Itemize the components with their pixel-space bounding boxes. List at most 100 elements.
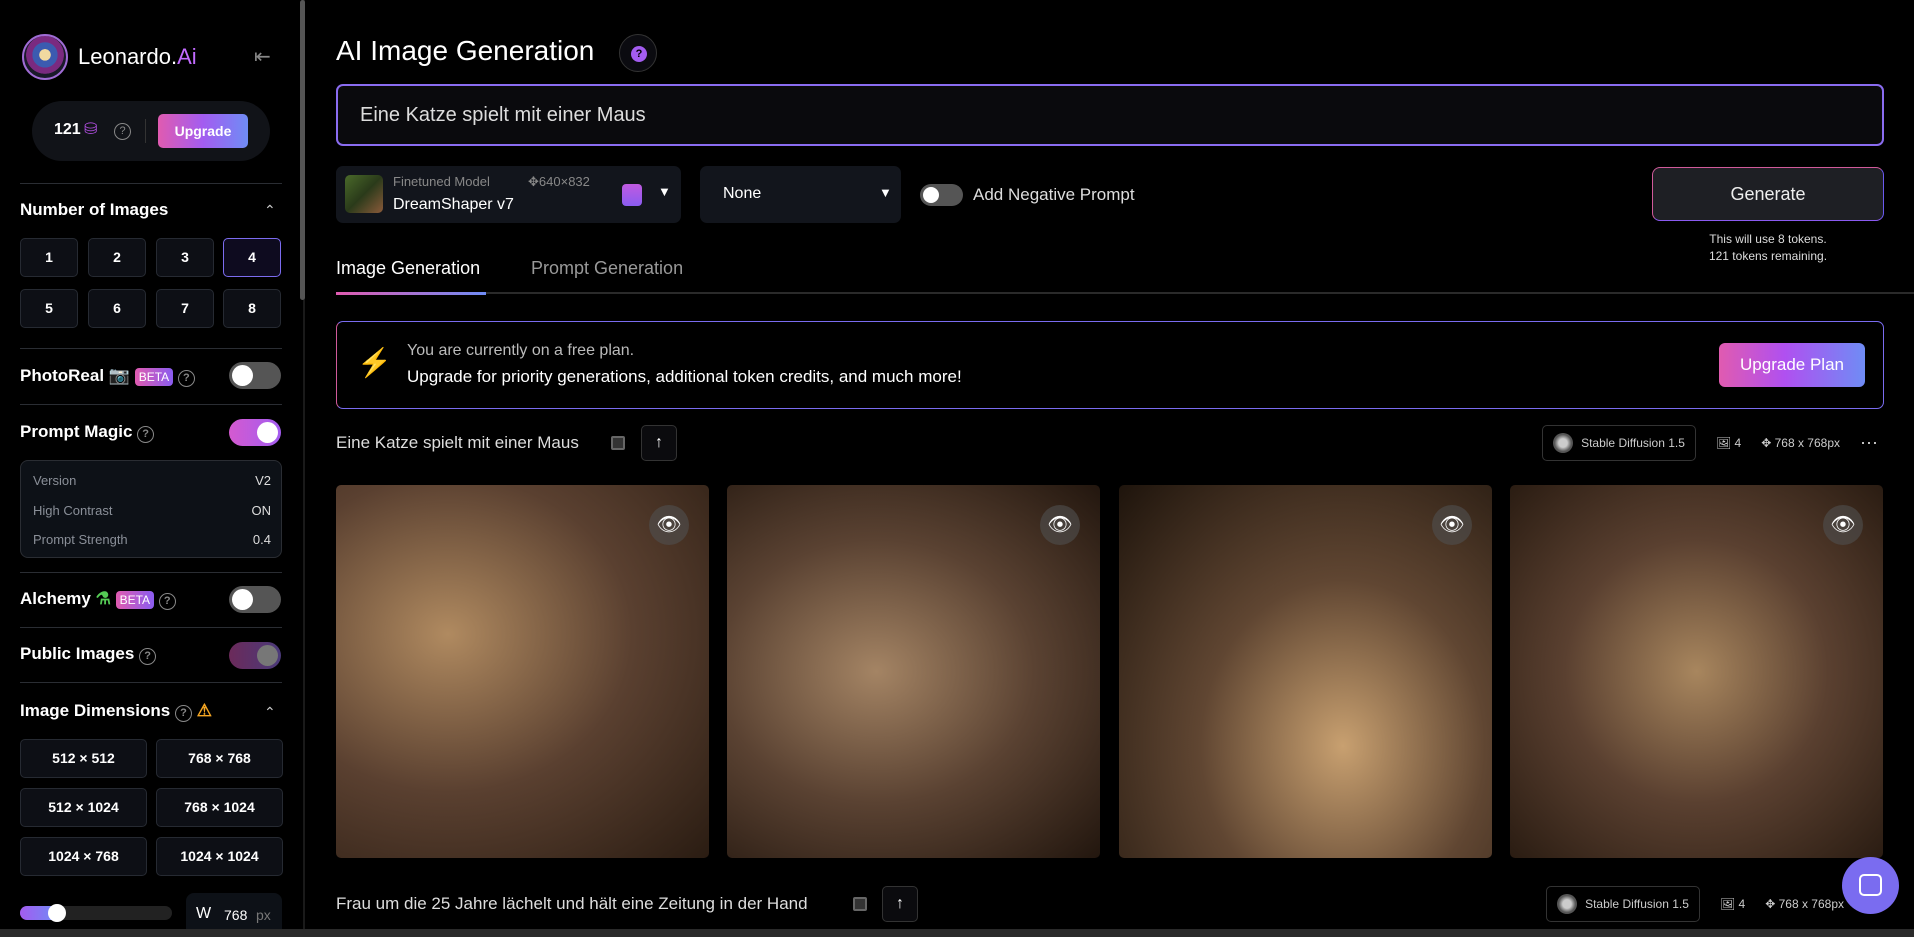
image-size: 768 x 768px [1774,436,1840,450]
chat-icon [1859,874,1882,896]
public-images-toggle[interactable] [229,642,281,669]
high-contrast-label: High Contrast [33,503,113,518]
eye-icon[interactable]: 👁 [1040,505,1080,545]
prompt-magic-toggle[interactable] [229,419,281,446]
dimension-1024x1024[interactable]: 1024 × 1024 [156,837,283,876]
num-images-5[interactable]: 5 [20,289,78,328]
help-icon[interactable]: ? [174,705,192,722]
chat-support-button[interactable] [1842,857,1899,914]
generation-prompt: Eine Katze spielt mit einer Maus [336,433,579,452]
image-size: 768 x 768px [1778,897,1844,911]
sidebar-scrollbar[interactable] [300,0,305,300]
negative-prompt-toggle[interactable] [920,184,963,206]
eye-icon[interactable]: 👁 [1823,505,1863,545]
generation-prompt: Frau um die 25 Jahre lächelt und hält ei… [336,894,808,913]
divider [20,348,282,349]
upgrade-plan-button[interactable]: Upgrade Plan [1719,343,1865,387]
num-images-1[interactable]: 1 [20,238,78,277]
width-value[interactable]: 768 [224,907,247,923]
prompt-input[interactable] [336,84,1884,146]
token-remaining-text: 121 tokens remaining. [1708,249,1828,263]
help-icon[interactable]: ? [114,123,131,140]
lightning-icon: ⚡ [357,347,392,378]
brand-ai-text: Ai [177,44,197,69]
help-icon: ? [631,46,647,62]
token-info: This will use 8 tokens. 121 tokens remain… [1652,231,1884,265]
model-selector[interactable]: Finetuned Model ✥640×832 DreamShaper v7 … [336,166,681,223]
num-images-7[interactable]: 7 [156,289,214,328]
generated-image[interactable]: 👁 [727,485,1100,858]
num-images-3[interactable]: 3 [156,238,214,277]
beta-badge: BETA [134,367,174,386]
more-options-icon[interactable]: ⋯ [1860,433,1884,454]
model-tag: Stable Diffusion 1.5 [1546,886,1700,922]
tab-divider [336,292,1914,294]
eye-icon[interactable]: 👁 [649,505,689,545]
copy-icon[interactable] [611,436,625,450]
num-images-6[interactable]: 6 [88,289,146,328]
photoreal-toggle[interactable] [229,362,281,389]
collapse-sidebar-icon[interactable]: ⇤ [254,44,271,69]
flask-icon: ⚗ [95,589,111,608]
model-notes-icon[interactable] [622,184,642,206]
image-count: 4 [1734,436,1742,450]
width-unit: px [256,907,271,923]
upgrade-button[interactable]: Upgrade [158,114,248,148]
token-count: 121 [54,121,81,138]
dimension-512x1024[interactable]: 512 × 1024 [20,788,147,827]
high-contrast-value: ON [251,503,272,518]
tab-image-generation[interactable]: Image Generation [336,258,480,279]
model-name: DreamShaper v7 [393,196,514,213]
help-icon[interactable]: ? [177,370,195,387]
dimension-512x512[interactable]: 512 × 512 [20,739,147,778]
width-label: W [196,905,212,922]
help-button[interactable]: ? [619,34,657,72]
move-icon: ✥ [528,174,539,189]
chevron-up-icon[interactable]: ⌃ [264,202,276,219]
caret-down-icon: ▼ [658,184,671,199]
page-title: AI Image Generation [336,35,595,66]
horizontal-scrollbar[interactable] [0,929,1914,937]
chevron-up-icon[interactable]: ⌃ [264,704,276,721]
style-value: None [723,185,762,202]
dimension-768x768[interactable]: 768 × 768 [156,739,283,778]
divider [20,183,282,184]
eye-icon[interactable]: 👁 [1432,505,1472,545]
num-images-4[interactable]: 4 [223,238,281,277]
banner-line-2: Upgrade for priority generations, additi… [407,367,962,386]
num-images-8[interactable]: 8 [223,289,281,328]
coins-icon: ⛁ [84,121,98,138]
model-caption: Finetuned Model [393,174,490,189]
prompt-strength-value: 0.4 [252,532,271,547]
divider [20,682,282,683]
public-images-label: Public Images [20,644,135,663]
num-images-2[interactable]: 2 [88,238,146,277]
prompt-magic-settings[interactable]: Version V2 High Contrast ON Prompt Strengt… [20,460,282,558]
model-thumbnail [345,175,383,213]
camera-icon: 📷 [108,366,130,385]
token-use-text: This will use 8 tokens. [1709,232,1827,246]
generation-header: Eine Katze spielt mit einer Maus ↑ Stabl… [336,423,1884,463]
generated-image[interactable]: 👁 [1510,485,1883,858]
alchemy-toggle[interactable] [229,586,281,613]
dimension-1024x768[interactable]: 1024 × 768 [20,837,147,876]
prompt-magic-label: Prompt Magic [20,422,133,441]
help-icon[interactable]: ? [137,426,155,443]
prompt-strength-label: Prompt Strength [33,532,128,547]
generated-image[interactable]: 👁 [1119,485,1492,858]
reuse-prompt-button[interactable]: ↑ [882,886,918,922]
generate-button[interactable]: Generate [1652,167,1884,221]
warning-icon: ⚠ [196,701,212,720]
slider-handle[interactable] [48,904,66,922]
generated-image[interactable]: 👁 [336,485,709,858]
style-select[interactable]: None ▼ [700,166,901,223]
help-icon[interactable]: ? [158,593,176,610]
dimension-768x1024[interactable]: 768 × 1024 [156,788,283,827]
copy-icon[interactable] [853,897,867,911]
reuse-prompt-button[interactable]: ↑ [641,425,677,461]
banner-line-1: You are currently on a free plan. [407,342,635,359]
tab-prompt-generation[interactable]: Prompt Generation [531,258,683,279]
width-slider[interactable] [20,904,172,922]
divider [20,572,282,573]
help-icon[interactable]: ? [139,648,157,665]
